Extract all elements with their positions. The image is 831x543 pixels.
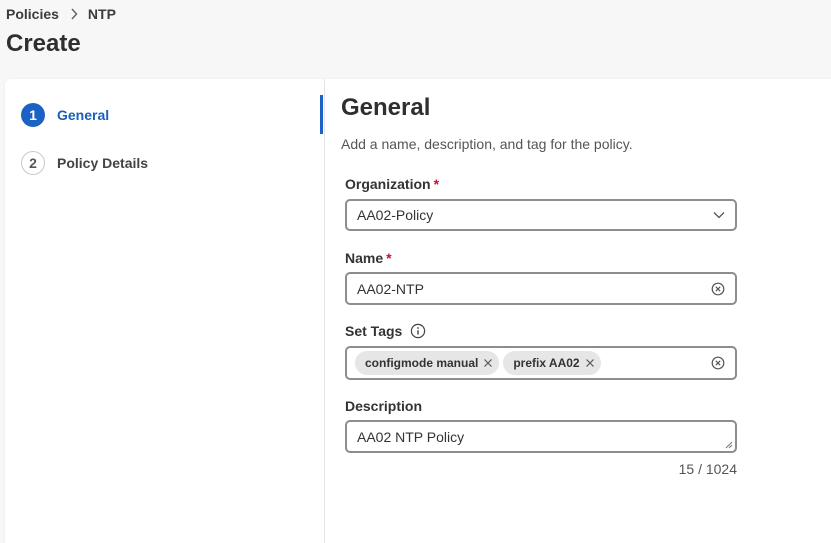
wizard-steps: 1 General 2 Policy Details [5, 79, 325, 543]
set-tags-label-text: Set Tags [345, 323, 403, 339]
name-input[interactable]: AA02-NTP [345, 272, 737, 305]
name-value: AA02-NTP [357, 280, 424, 297]
character-counter: 15 / 1024 [678, 461, 737, 477]
chevron-right-icon [70, 8, 78, 20]
organization-label: Organization * [345, 176, 439, 192]
step-policy-details[interactable]: 2 Policy Details [21, 151, 148, 175]
wizard-panel: 1 General 2 Policy Details General Add a… [5, 79, 831, 543]
tag-chip: prefix AA02 [503, 351, 601, 375]
clear-icon[interactable] [711, 282, 725, 296]
resize-handle-icon[interactable] [724, 440, 733, 449]
remove-tag-icon[interactable] [483, 358, 493, 368]
required-marker: * [386, 250, 392, 266]
name-label: Name * [345, 250, 392, 266]
breadcrumb: Policies NTP [6, 6, 116, 22]
remove-tag-icon[interactable] [585, 358, 595, 368]
description-value: AA02 NTP Policy [357, 429, 465, 445]
name-label-text: Name [345, 250, 384, 266]
active-step-indicator [320, 95, 323, 134]
section-title: General [341, 94, 431, 121]
chevron-down-icon[interactable] [713, 211, 725, 219]
tag-chip-label: prefix AA02 [513, 356, 580, 370]
step-general[interactable]: 1 General [21, 103, 109, 127]
required-marker: * [433, 176, 440, 192]
step-label: General [57, 107, 110, 123]
breadcrumb-ntp: NTP [87, 6, 116, 22]
clear-icon[interactable] [711, 356, 725, 370]
breadcrumb-policies-link[interactable]: Policies [6, 6, 59, 22]
organization-select[interactable]: AA02-Policy [345, 199, 737, 231]
tags-input[interactable]: configmode manual prefix AA02 [345, 346, 737, 380]
step-number-badge: 2 [21, 151, 45, 175]
description-textarea[interactable]: AA02 NTP Policy [345, 420, 737, 453]
tag-chip: configmode manual [355, 351, 500, 375]
organization-value: AA02-Policy [357, 207, 434, 223]
description-label-text: Description [345, 398, 423, 414]
description-label: Description [345, 398, 422, 414]
organization-label-text: Organization [345, 176, 431, 192]
step-label: Policy Details [57, 155, 149, 171]
page-title: Create [6, 30, 81, 57]
info-icon[interactable] [410, 323, 426, 339]
tag-chip-label: configmode manual [365, 356, 479, 370]
step-number-badge: 1 [21, 103, 45, 127]
section-description: Add a name, description, and tag for the… [341, 136, 633, 152]
set-tags-label: Set Tags [345, 323, 426, 339]
